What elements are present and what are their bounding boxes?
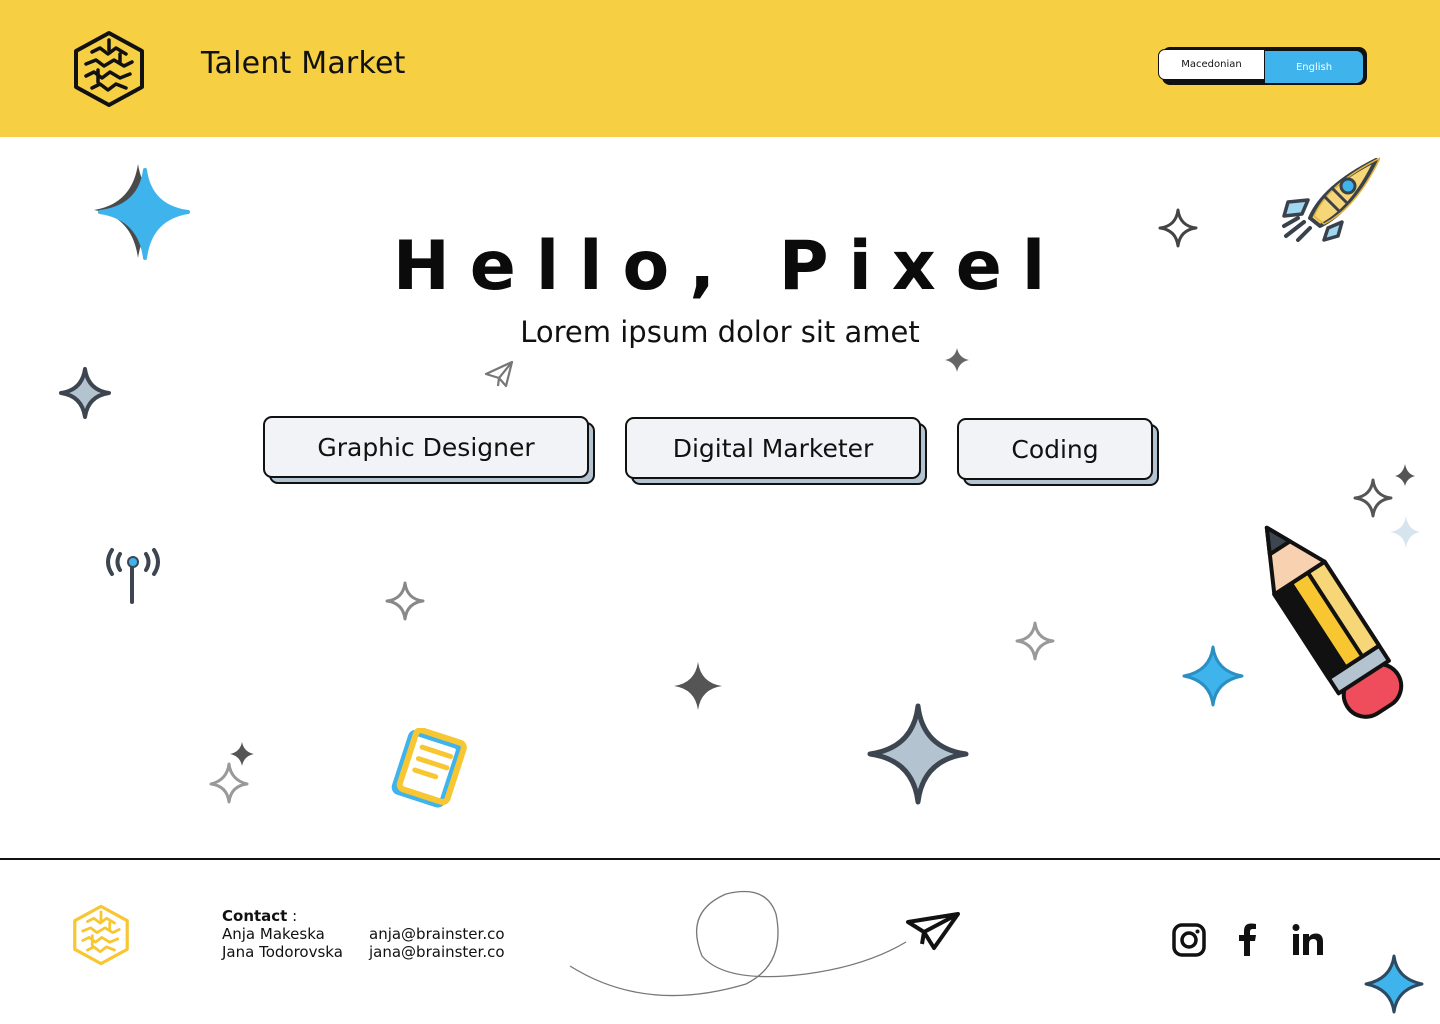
large-grey-sparkle-icon (867, 703, 969, 805)
paper-plane-small-icon (484, 360, 514, 388)
blue-sparkle-corner-icon (1364, 954, 1424, 1014)
rocket-icon (1282, 157, 1380, 242)
button-label[interactable]: Digital Marketer (625, 417, 921, 479)
notebook-icon (391, 728, 467, 808)
contact-email[interactable]: jana@brainster.co (369, 943, 505, 961)
brain-logo-icon[interactable] (70, 30, 148, 108)
paper-plane-trail-icon (569, 890, 960, 997)
contact-row: Anja Makeska anja@brainster.co (222, 925, 505, 943)
contact-label: Contact (222, 907, 288, 925)
site-title[interactable]: Talent Market (201, 46, 406, 81)
brain-logo-yellow-icon[interactable] (70, 904, 132, 966)
instagram-icon[interactable] (1171, 922, 1207, 958)
language-english-button[interactable]: English (1265, 51, 1363, 83)
facebook-icon[interactable] (1230, 922, 1266, 958)
contact-heading: Contact : (222, 907, 505, 925)
contact-separator: : (287, 907, 298, 925)
header-bar: Talent Market Macedonian English (0, 0, 1440, 137)
contact-name: Anja Makeska (222, 925, 325, 943)
contact-email[interactable]: anja@brainster.co (369, 925, 505, 943)
dark-sparkle-icon (674, 662, 722, 710)
digital-marketer-button[interactable]: Digital Marketer (625, 417, 927, 485)
button-label[interactable]: Graphic Designer (263, 416, 589, 478)
blue-sparkle-icon (94, 164, 190, 260)
coding-button[interactable]: Coding (957, 418, 1159, 486)
language-switch: Macedonian English (1158, 47, 1367, 85)
contact-block: Contact : Anja Makeska anja@brainster.co… (222, 907, 505, 961)
pencil-icon (1264, 525, 1404, 719)
hero-title: Hello, Pixel (392, 227, 1066, 306)
grey-sparkle-icon (59, 367, 111, 419)
button-label[interactable]: Coding (957, 418, 1153, 480)
linkedin-icon[interactable] (1290, 922, 1326, 958)
outline-sparkle-icon (385, 581, 425, 621)
language-macedonian-button[interactable]: Macedonian (1158, 49, 1265, 80)
hero-subtitle: Lorem ipsum dolor sit amet (520, 315, 920, 349)
outline-sparkle-icon (1158, 208, 1198, 248)
footer-divider (0, 858, 1440, 860)
contact-name: Jana Todorovska (222, 943, 343, 961)
outline-sparkle-icon (1015, 621, 1055, 661)
contact-row: Jana Todorovska jana@brainster.co (222, 943, 505, 961)
small-sparkle-icon (945, 348, 969, 372)
sparkle-pair-icon (209, 742, 254, 804)
antenna-signal-icon (106, 548, 160, 604)
graphic-designer-button[interactable]: Graphic Designer (263, 416, 595, 484)
